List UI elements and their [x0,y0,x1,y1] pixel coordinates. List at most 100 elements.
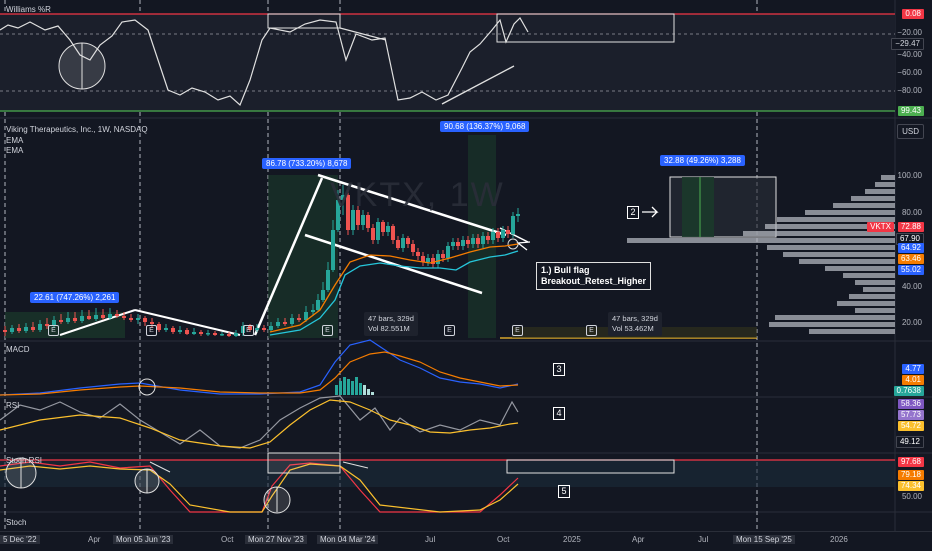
candle-body[interactable] [481,236,485,244]
measure-box[interactable]: 32.88 (49.26%) 3,288 [660,155,745,166]
candle-body[interactable] [199,332,203,334]
candle-body[interactable] [411,244,415,252]
candle-body[interactable] [255,328,259,330]
candle-body[interactable] [213,333,217,335]
stoch-box[interactable] [267,452,341,474]
candle-body[interactable] [80,316,84,321]
earnings-marker[interactable]: E [322,325,333,336]
candle-body[interactable] [129,318,133,320]
candle-body[interactable] [516,214,520,216]
bars-info-box[interactable]: 47 bars, 329d Vol 53.462M [608,312,662,336]
candle-body[interactable] [491,232,495,240]
candle-body[interactable] [441,254,445,258]
bull-flag-note[interactable]: 1.) Bull flag Breakout_Retest_Higher [536,262,652,290]
candle-body[interactable] [426,258,430,262]
candle-body[interactable] [66,318,70,322]
earnings-marker[interactable]: E [243,325,254,336]
candle-body[interactable] [220,334,224,336]
candle-body[interactable] [269,326,273,330]
candle-body[interactable] [501,230,505,238]
candle-body[interactable] [416,252,420,256]
candle-body[interactable] [406,238,410,244]
range-box-green[interactable] [268,175,338,338]
candle-body[interactable] [122,316,126,318]
candle-body[interactable] [471,238,475,244]
candle-body[interactable] [262,328,266,330]
candle-body[interactable] [436,254,440,264]
candle-body[interactable] [234,333,238,336]
candle-body[interactable] [371,228,375,240]
candle-body[interactable] [311,310,315,312]
candle-body[interactable] [276,322,280,326]
candle-body[interactable] [10,328,14,332]
candle-body[interactable] [496,232,500,238]
candle-body[interactable] [290,318,294,324]
candle-body[interactable] [206,333,210,335]
target-box-green[interactable] [682,177,714,237]
main-title[interactable]: Viking Therapeutics, Inc., 1W, NASDAQ [6,125,148,134]
marker-4[interactable]: 4 [553,407,565,420]
currency-selector[interactable]: USD [897,124,924,139]
candle-body[interactable] [73,318,77,321]
candle-body[interactable] [376,222,380,240]
candle-body[interactable] [511,216,515,234]
candle-body[interactable] [396,240,400,248]
candle-body[interactable] [157,324,161,330]
candle-body[interactable] [143,318,147,322]
candle-body[interactable] [24,327,28,331]
ema1-label[interactable]: EMA [6,136,23,145]
candle-body[interactable] [94,315,98,319]
candle-body[interactable] [185,330,189,334]
candle-body[interactable] [178,330,182,332]
earnings-marker[interactable]: E [444,325,455,336]
candle-body[interactable] [321,290,325,300]
candle-body[interactable] [17,328,21,331]
measure-box[interactable]: 86.78 (733.20%) 8,678 [262,158,352,169]
candle-body[interactable] [115,314,119,316]
candle-body[interactable] [386,226,390,232]
earnings-marker[interactable]: E [586,325,597,336]
candle-body[interactable] [361,215,365,225]
candle-body[interactable] [401,238,405,248]
candle-body[interactable] [446,246,450,258]
candle-body[interactable] [486,236,490,240]
earnings-marker[interactable]: E [48,325,59,336]
candle-body[interactable] [381,222,385,232]
candle-body[interactable] [136,318,140,320]
earnings-marker[interactable]: E [146,325,157,336]
candle-body[interactable] [31,327,35,330]
earnings-marker[interactable]: E [512,325,523,336]
measure-box[interactable]: 90.68 (136.37%) 9,068 [440,121,530,132]
candle-body[interactable] [227,334,231,336]
candle-body[interactable] [87,316,91,319]
candle-body[interactable] [391,226,395,240]
stoch-title[interactable]: Stoch [6,518,26,527]
candle-body[interactable] [506,230,510,234]
candle-body[interactable] [164,328,168,330]
candle-body[interactable] [283,322,287,324]
candle-body[interactable] [38,324,42,330]
candle-body[interactable] [366,215,370,228]
stoch-rsi-title[interactable]: Stoch RSI [6,456,42,465]
candle-body[interactable] [150,322,154,324]
candle-body[interactable] [101,315,105,318]
candle-body[interactable] [316,300,320,310]
bars-info-box[interactable]: 47 bars, 329d Vol 82.551M [364,312,418,336]
marker-2[interactable]: 2 [627,206,639,219]
candle-body[interactable] [192,332,196,334]
candle-body[interactable] [326,270,330,290]
marker-5[interactable]: 5 [558,485,570,498]
candle-body[interactable] [331,230,335,270]
ema2-label[interactable]: EMA [6,146,23,155]
candle-body[interactable] [3,330,7,332]
rsi-title[interactable]: RSI [6,401,19,410]
marker-3[interactable]: 3 [553,363,565,376]
candle-body[interactable] [476,238,480,244]
candle-body[interactable] [297,318,301,320]
candle-body[interactable] [451,242,455,246]
marker2-arrow[interactable] [642,206,659,218]
candle-body[interactable] [108,314,112,318]
chart-canvas[interactable] [0,0,932,550]
note-arrow[interactable] [516,241,531,251]
candle-body[interactable] [461,240,465,246]
